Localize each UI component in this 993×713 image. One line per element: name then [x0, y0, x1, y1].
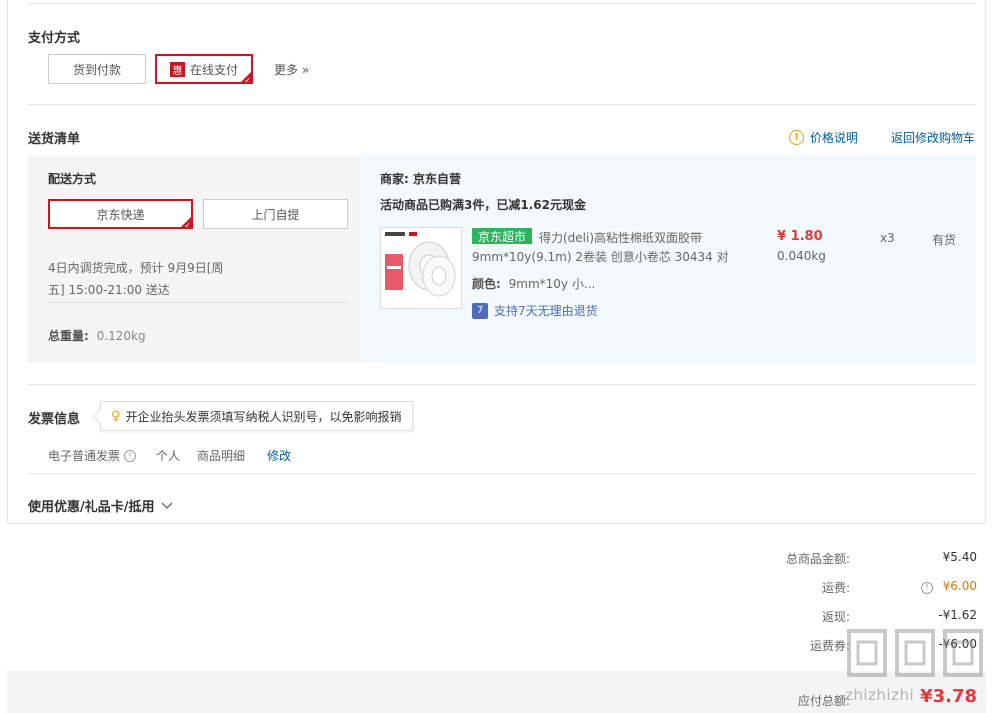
invoice-content: 商品明细 [197, 449, 246, 463]
delivery-eta: 4日内调货完成，预计 9月9日[周 五] 15:00-21:00 送达 [48, 257, 223, 301]
goods-total-value: ¥5.40 [942, 550, 977, 564]
invoice-details: 电子普通发票 ! 个人 商品明细 修改 [48, 447, 291, 464]
product-image[interactable] [380, 227, 462, 309]
pickup-button[interactable]: 上门自提 [203, 199, 348, 229]
chevron-down-icon [161, 502, 172, 509]
product-weight: 0.040kg [777, 249, 826, 263]
weight-label: 总重量: [48, 329, 89, 343]
merchant-label: 商家: 京东自营 [380, 172, 461, 186]
divider [28, 473, 976, 474]
divider [28, 384, 976, 385]
divider [28, 104, 976, 105]
invoice-title: 发票信息 [28, 412, 81, 427]
jd-express-label: 京东快递 [96, 207, 145, 222]
watermark-text: zhizhizhi [845, 686, 915, 704]
coupon-toggle[interactable]: 使用优惠/礼品卡/抵用 [28, 496, 173, 515]
payment-title: 支付方式 [28, 31, 81, 46]
return-text: 支持7天无理由退货 [494, 304, 598, 318]
coupon-title: 使用优惠/礼品卡/抵用 [28, 500, 155, 515]
price-note-link[interactable]: ! 价格说明 [789, 129, 858, 146]
shipping-coupon-label: 运费券: [809, 639, 850, 653]
back-to-cart-link[interactable]: 返回修改购物车 [891, 129, 975, 146]
watermark-logo [846, 628, 986, 682]
shipping-value: ¥6.00 [942, 579, 977, 593]
product-name-line-1[interactable]: 得力(deli)高粘性棉纸双面胶带 [539, 229, 702, 246]
product-color: 颜色: 9mm*10y 小... [472, 275, 595, 292]
invoice-tip: ♀ 开企业抬头发票须填写纳税人识别号，以免影响报销 [100, 401, 413, 431]
rebate-value: -¥1.62 [938, 608, 977, 622]
store-badge: 京东超市 [472, 228, 532, 244]
cod-button[interactable]: 货到付款 [48, 54, 146, 84]
goods-total-label: 总商品金额: [785, 552, 850, 566]
product-name-line-2[interactable]: 9mm*10y(9.1m) 2卷装 创意小卷芯 30434 对 [472, 248, 729, 265]
invoice-type: 电子普通发票 [48, 449, 121, 463]
promo-text: 活动商品已购满3件，已减1.62元现金 [380, 198, 586, 212]
price-note-label: 价格说明 [810, 131, 859, 145]
divider [28, 3, 976, 4]
discount-badge-icon: 惠 [169, 61, 185, 77]
lightbulb-icon: ♀ [111, 408, 121, 424]
warning-icon: ! [789, 130, 804, 145]
rebate-label: 返现: [821, 610, 850, 624]
jd-express-button[interactable]: 京东快递 [48, 199, 193, 230]
return-policy: 7 支持7天无理由退货 [472, 302, 598, 319]
shipping-label: 运费: [821, 581, 850, 595]
weight-value: 0.120kg [96, 329, 146, 343]
color-label: 颜色: [472, 277, 501, 291]
total-weight: 总重量: 0.120kg [48, 327, 146, 344]
invoice-holder: 个人 [156, 449, 181, 463]
cod-label: 货到付款 [72, 62, 121, 77]
seven-day-return-icon: 7 [472, 302, 488, 319]
invoice-edit-link[interactable]: 修改 [267, 447, 291, 464]
invoice-tip-text: 开企业抬头发票须填写纳税人识别号，以免影响报销 [125, 409, 402, 424]
eta-line-2: 五] 15:00-21:00 送达 [48, 283, 170, 297]
online-pay-button[interactable]: 惠 在线支付 [155, 54, 253, 85]
info-icon[interactable]: ! [124, 449, 137, 462]
pickup-label: 上门自提 [251, 207, 300, 222]
color-value: 9mm*10y 小... [508, 277, 596, 291]
product-stock: 有货 [932, 233, 957, 247]
eta-line-1: 4日内调货完成，预计 9月9日[周 [48, 261, 224, 275]
divider [48, 302, 348, 303]
online-pay-label: 在线支付 [189, 62, 238, 77]
more-payment-link[interactable]: 更多 » [274, 61, 309, 78]
payable-label: 应付总额: [797, 694, 850, 708]
shipping-method-title: 配送方式 [48, 172, 97, 186]
delivery-title: 送货清单 [28, 132, 81, 147]
product-price: ¥ 1.80 [777, 229, 823, 244]
product-qty: x3 [880, 231, 895, 245]
